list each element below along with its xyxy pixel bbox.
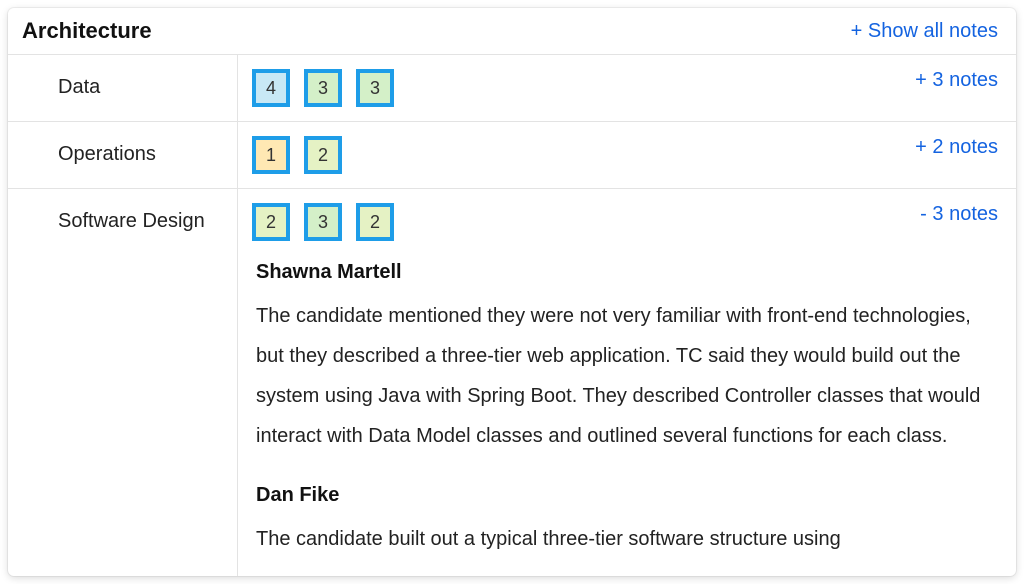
score-box[interactable]: 3 [304, 203, 342, 241]
criteria-top: 1 2 + 2 notes [238, 122, 1016, 188]
criteria-row-operations: Operations 1 2 + 2 notes [8, 122, 1016, 189]
score-box[interactable]: 3 [356, 69, 394, 107]
toggle-notes-link[interactable]: + 3 notes [915, 69, 998, 92]
criteria-row-data: Data 4 3 3 + 3 notes [8, 55, 1016, 122]
criteria-content: 2 3 2 - 3 notes Shawna Martell The candi… [238, 189, 1016, 576]
score-box[interactable]: 2 [356, 203, 394, 241]
note-text: The candidate built out a typical three-… [256, 519, 986, 559]
criteria-top: 4 3 3 + 3 notes [238, 55, 1016, 121]
criteria-row-software-design: Software Design 2 3 2 - 3 notes Shawna M… [8, 189, 1016, 576]
note-text: The candidate mentioned they were not ve… [256, 296, 986, 456]
toggle-notes-link[interactable]: + 2 notes [915, 136, 998, 159]
notes-body: Shawna Martell The candidate mentioned t… [238, 255, 1016, 576]
note-author: Shawna Martell [256, 261, 986, 284]
score-box[interactable]: 4 [252, 69, 290, 107]
score-box[interactable]: 1 [252, 136, 290, 174]
score-group: 2 3 2 [252, 203, 394, 241]
criteria-top: 2 3 2 - 3 notes [238, 189, 1016, 255]
score-box[interactable]: 3 [304, 69, 342, 107]
evaluation-panel: Architecture + Show all notes Data 4 3 3… [8, 8, 1016, 576]
section-title: Architecture [22, 18, 152, 44]
criteria-label: Data [8, 55, 238, 121]
show-all-notes-link[interactable]: + Show all notes [851, 20, 998, 43]
section-header: Architecture + Show all notes [8, 8, 1016, 55]
toggle-notes-link[interactable]: - 3 notes [920, 203, 998, 226]
criteria-content: 1 2 + 2 notes [238, 122, 1016, 188]
criteria-label: Operations [8, 122, 238, 188]
score-group: 1 2 [252, 136, 342, 174]
criteria-content: 4 3 3 + 3 notes [238, 55, 1016, 121]
note-author: Dan Fike [256, 484, 986, 507]
score-box[interactable]: 2 [304, 136, 342, 174]
score-group: 4 3 3 [252, 69, 394, 107]
score-box[interactable]: 2 [252, 203, 290, 241]
criteria-label: Software Design [8, 189, 238, 576]
